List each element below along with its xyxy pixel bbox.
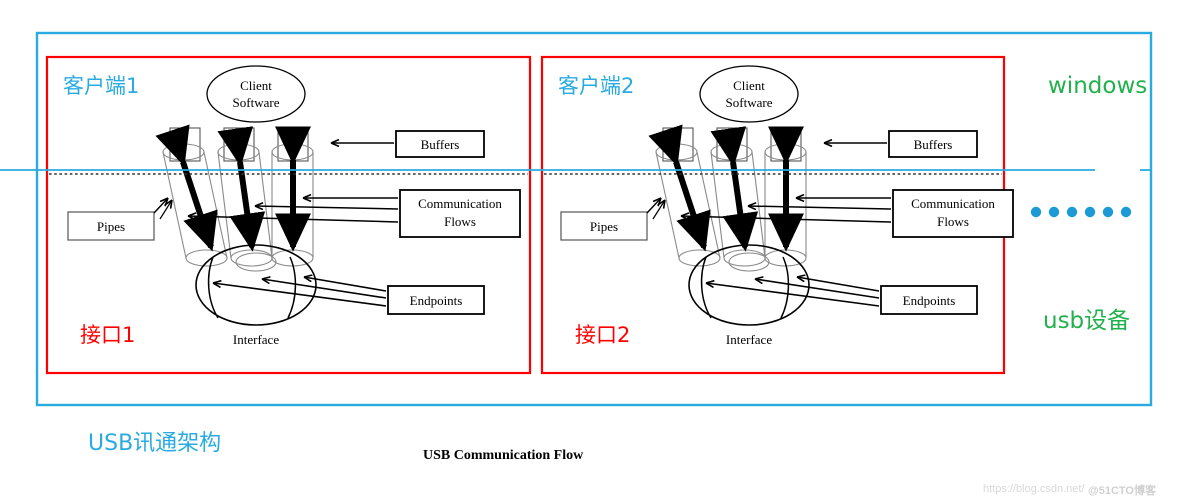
client-software-label-line1: Client	[733, 78, 765, 93]
communication-flows-callout-1: Communication Flows	[188, 189, 521, 238]
comm-flows-label-line1: Communication	[911, 196, 995, 211]
buffers-label: Buffers	[914, 137, 953, 152]
dot	[1084, 206, 1096, 218]
interface-node-1: Interface	[195, 244, 317, 347]
usb-device-label: usb设备	[1043, 308, 1131, 334]
watermark-url: https://blog.csdn.net/	[983, 483, 1085, 495]
buffers-label: Buffers	[421, 137, 460, 152]
panel-1-interface-label-cn: 接口1	[80, 323, 136, 347]
buffers-callout-2: Buffers	[824, 130, 978, 158]
client-software-label-line2: Software	[233, 95, 280, 110]
endpoints-label: Endpoints	[903, 293, 956, 308]
flow-arrow	[217, 126, 266, 252]
dot	[1066, 206, 1078, 218]
comm-flow-arrows-2	[648, 124, 805, 252]
comm-flows-label-line1: Communication	[418, 196, 502, 211]
buffers-callout-1: Buffers	[331, 130, 485, 158]
client-software-node-2: Client Software	[699, 65, 799, 123]
pipe-bottom	[230, 249, 273, 267]
client-software-label-line1: Client	[240, 78, 272, 93]
panel-2-content: Client Software Interface Buffers Pipes …	[544, 65, 1014, 347]
client-software-node-1: Client Software	[206, 65, 306, 123]
panel-2-interface-label-cn: 接口2	[575, 323, 631, 347]
endpoints-callout-1: Endpoints	[213, 277, 485, 315]
interface-label: Interface	[726, 332, 772, 347]
comm-flows-label-line2: Flows	[937, 214, 969, 229]
continuation-dots	[1030, 206, 1132, 218]
diagram-canvas: Client Software Interface Buffers Pipes …	[0, 0, 1184, 503]
dot	[1048, 206, 1060, 218]
interface-label: Interface	[233, 332, 279, 347]
pipes-label: Pipes	[97, 219, 125, 234]
pipe-bottom	[723, 249, 766, 267]
pipes-label: Pipes	[590, 219, 618, 234]
flow-arrow	[648, 124, 711, 252]
dot	[1102, 206, 1114, 218]
comm-flows-label-line2: Flows	[444, 214, 476, 229]
dot	[1120, 206, 1132, 218]
pipes-callout-1: Pipes	[67, 198, 172, 241]
panel-1-content: Client Software Interface Buffers Pipes …	[49, 65, 528, 347]
diagram-caption-en: USB Communication Flow	[423, 448, 584, 463]
panel-1-client-label: 客户端1	[63, 74, 140, 98]
pipes-callout-2: Pipes	[560, 198, 665, 241]
flow-arrow	[155, 124, 218, 252]
interface-node-2: Interface	[688, 244, 810, 347]
host-os-label: windows	[1048, 73, 1148, 99]
client-software-label-line2: Software	[726, 95, 773, 110]
comm-flow-arrows-1	[155, 124, 312, 252]
watermark-handle: @51CTO博客	[1088, 485, 1156, 497]
flow-arrow	[710, 126, 759, 252]
diagram-title-cn: USB讯通架构	[88, 431, 222, 456]
endpoints-label: Endpoints	[410, 293, 463, 308]
endpoints-callout-2: Endpoints	[706, 277, 978, 315]
panel-2-client-label: 客户端2	[558, 74, 635, 98]
communication-flows-callout-2: Communication Flows	[681, 189, 1014, 238]
dot	[1030, 206, 1042, 218]
